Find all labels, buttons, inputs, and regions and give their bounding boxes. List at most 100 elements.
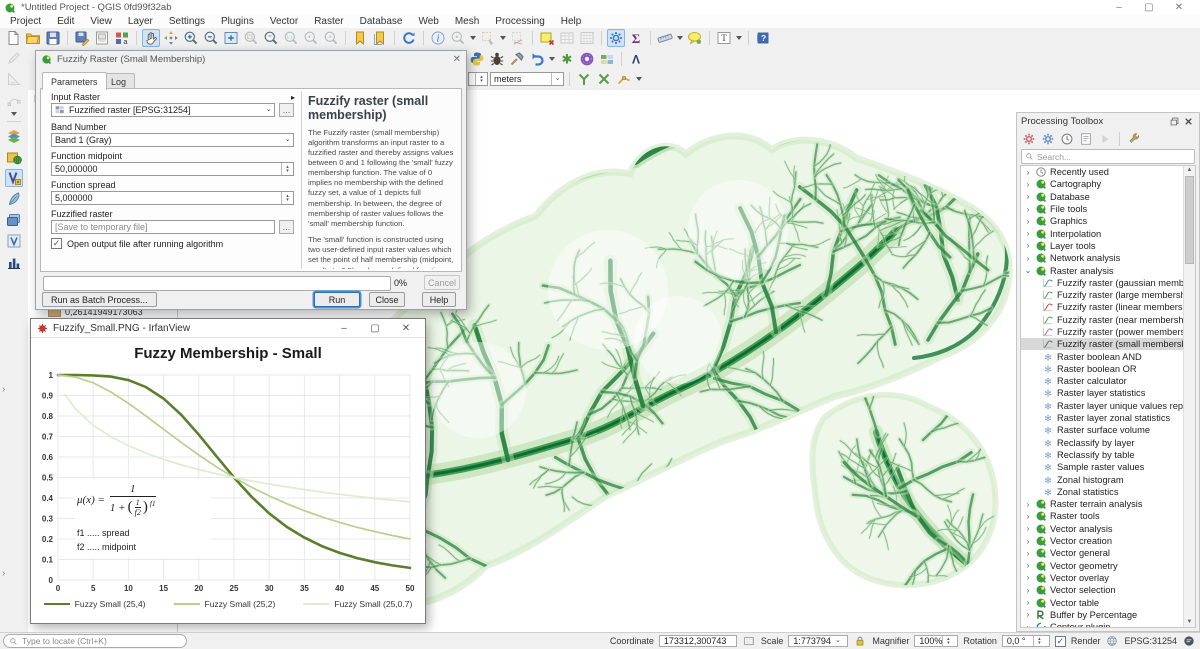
toolbox-item[interactable]: ›Vector general [1021,547,1195,559]
menu-database[interactable]: Database [352,16,411,27]
bubble-icon[interactable] [686,29,704,47]
crs-globe-icon[interactable] [1105,634,1119,648]
toolbox-item[interactable]: Fuzzify raster (large membership) [1021,289,1195,301]
menu-view[interactable]: View [82,16,120,27]
node-icon[interactable] [5,91,23,109]
vertex-y-icon[interactable] [575,70,593,88]
toolbox-item[interactable]: ›Recently used [1021,166,1195,178]
expand-icon[interactable]: › [1024,573,1032,582]
expand-icon[interactable]: › [1024,192,1032,201]
band-select[interactable]: Band 1 (Gray) ⌄ [51,133,294,147]
identify-icon[interactable]: i [429,29,447,47]
clock-icon[interactable] [1059,131,1075,147]
coordinate-input[interactable]: 173312,300743 [659,635,737,647]
spread-spinbox[interactable]: 5,000000 ▴▾ [51,191,294,205]
chartbars-icon[interactable] [5,253,23,271]
toolbox-item[interactable]: ›Layer tools [1021,240,1195,252]
dropdown-arrow-icon[interactable] [500,36,506,40]
pan-arrows-icon[interactable] [162,29,180,47]
toolbox-item[interactable]: ›Buffer by Percentage [1021,609,1195,621]
tri-icon[interactable] [5,70,23,88]
note-edit-icon[interactable] [538,29,556,47]
toolbox-item[interactable]: ✻Raster boolean OR [1021,363,1195,375]
zoom-in-icon[interactable] [182,29,200,47]
menu-processing[interactable]: Processing [487,16,552,27]
menu-settings[interactable]: Settings [161,16,213,27]
zoom-native-icon[interactable]: 1:1 [282,29,300,47]
panel-collapse-icon[interactable]: › [2,568,5,579]
text-T-icon[interactable]: T [715,29,733,47]
toolbox-item[interactable]: ›Vector selection [1021,584,1195,596]
output-browse-button[interactable]: … [279,220,294,234]
grid-icon[interactable] [578,29,596,47]
toolbox-item[interactable]: ✻Zonal statistics [1021,486,1195,498]
maximize-icon[interactable]: ▢ [1134,0,1164,14]
close-icon[interactable]: ✕ [453,54,461,65]
expand-icon[interactable]: › [1024,623,1032,628]
raster-mini-icon[interactable] [598,50,616,68]
sigma-icon[interactable]: Σ [627,29,645,47]
render-checkbox[interactable]: ✓ [1055,636,1066,647]
toolbox-item[interactable]: ⌄Raster analysis [1021,264,1195,276]
toolbox-item[interactable]: Fuzzify raster (power membership) [1021,326,1195,338]
zoom-last-icon[interactable] [302,29,320,47]
dropdown-arrow-icon[interactable] [677,36,683,40]
toolbox-item[interactable]: Fuzzify raster (linear membership) [1021,301,1195,313]
dropdown-arrow-icon[interactable] [736,36,742,40]
dbbox-icon[interactable] [5,211,23,229]
expand-icon[interactable]: › [1024,254,1032,263]
feather-icon[interactable] [5,190,23,208]
rotation-spinbox[interactable]: 0,0 °▴▾ [1002,635,1050,647]
units-select[interactable]: meters ⌄ [490,72,564,86]
tab-log[interactable]: Log [102,73,135,89]
toolbox-item[interactable]: ✻Raster layer zonal statistics [1021,412,1195,424]
toolbox-item[interactable]: ›Raster terrain analysis [1021,498,1195,510]
expand-icon[interactable]: › [1024,610,1032,619]
toolbox-item[interactable]: ›Vector creation [1021,535,1195,547]
extents-icon[interactable] [742,634,756,648]
expand-icon[interactable]: › [1024,586,1032,595]
dropdown-arrow-icon[interactable] [470,36,476,40]
save-floppy-icon[interactable] [44,29,62,47]
new-page-icon[interactable] [4,29,22,47]
measure-icon[interactable] [656,29,674,47]
refresh-icon[interactable] [400,29,418,47]
menu-mesh[interactable]: Mesh [447,16,487,27]
expand-icon[interactable]: › [1024,561,1032,570]
toolbox-item[interactable]: ✻Zonal histogram [1021,473,1195,485]
midpoint-spinbox[interactable]: 50,000000 ▴▾ [51,162,294,176]
expand-icon[interactable]: › [1024,598,1032,607]
bug-icon[interactable] [488,50,506,68]
output-field[interactable]: [Save to temporary file] [51,220,275,234]
pan-hand-icon[interactable] [142,29,160,47]
zoom-full-icon[interactable] [222,29,240,47]
plugin-disc-icon[interactable] [578,50,596,68]
toolbox-search-input[interactable]: Search... [1021,149,1195,164]
expand-icon[interactable]: › [1024,205,1032,214]
expand-icon[interactable]: › [1024,180,1032,189]
expand-icon[interactable]: › [1024,549,1032,558]
style-colors-icon[interactable]: a [113,29,131,47]
toolbox-item[interactable]: ›Vector overlay [1021,572,1195,584]
pen-icon[interactable] [5,49,23,67]
toolbox-item[interactable]: ›Interpolation [1021,227,1195,239]
scrollbar[interactable]: ▲▼ [1183,166,1195,627]
scale-select[interactable]: 1:773794⌄ [788,635,848,647]
dropdown-arrow-icon[interactable] [11,112,17,116]
layers-new-icon[interactable] [5,127,23,145]
gear-icon[interactable] [607,29,625,47]
menu-edit[interactable]: Edit [49,16,82,27]
help-collapse-icon[interactable]: ▸ [291,93,295,102]
lambda-icon[interactable]: Λ [627,50,645,68]
geopkg-icon[interactable] [5,148,23,166]
gear-blue-icon[interactable] [1040,131,1056,147]
zoom-out-icon[interactable] [202,29,220,47]
menu-vector[interactable]: Vector [262,16,306,27]
undo-blue-icon[interactable] [528,50,546,68]
zoom-sel-icon[interactable] [242,29,260,47]
panel-collapse-icon[interactable]: › [2,384,5,395]
input-browse-button[interactable]: … [279,103,294,117]
close-button[interactable]: Close [369,292,405,307]
play-icon[interactable] [1097,131,1113,147]
input-raster-select[interactable]: Fuzzified raster [EPSG:31254] ⌄ [51,103,275,117]
